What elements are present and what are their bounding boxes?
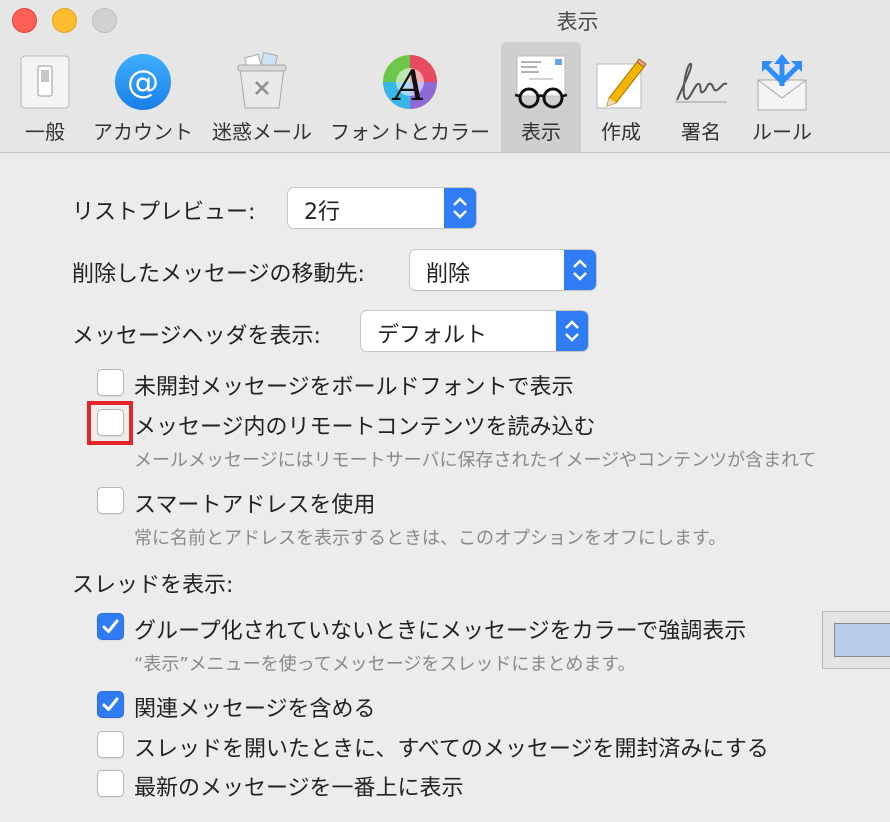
junk-trash-icon	[237, 52, 287, 109]
bold-unread-checkbox[interactable]	[97, 369, 124, 396]
svg-text:@: @	[127, 63, 159, 101]
load-remote-content-label: メッセージ内のリモートコンテンツを読み込む	[134, 415, 596, 440]
checkmark-icon	[102, 619, 119, 633]
bold-unread-label: 未開封メッセージをボールドフォントで表示	[134, 375, 574, 400]
rules-envelope-icon	[757, 54, 807, 111]
tab-junk-mail[interactable]: 迷惑メール	[206, 42, 318, 152]
include-related-checkbox[interactable]	[97, 691, 124, 718]
window-title: 表示	[556, 10, 599, 34]
at-sign-icon: @	[115, 54, 171, 110]
smart-address-label: スマートアドレスを使用	[134, 493, 376, 518]
preferences-toolbar: 表示 一般 @ アカウント 迷惑メール A フォントとカラー 表示 作成 署名 …	[0, 0, 890, 153]
move-deleted-label: 削除したメッセージの移動先:	[72, 262, 365, 287]
general-switch-icon	[20, 55, 70, 109]
tab-general[interactable]: 一般	[8, 42, 82, 152]
color-highlight-checkbox[interactable]	[97, 613, 124, 640]
tab-fonts-colors[interactable]: A フォントとカラー	[324, 42, 496, 152]
tab-signatures[interactable]: 署名	[663, 42, 739, 152]
stepper-arrows-icon	[444, 188, 476, 228]
tab-rules[interactable]: ルール	[744, 42, 820, 152]
stepper-arrows-icon	[564, 250, 596, 290]
list-preview-popup[interactable]: 2行	[288, 188, 476, 228]
tab-accounts[interactable]: @ アカウント	[88, 42, 198, 152]
smart-address-checkbox[interactable]	[97, 487, 124, 514]
highlight-color-swatch	[834, 623, 890, 657]
thread-section-label: スレッドを表示:	[72, 573, 234, 598]
mark-read-label: スレッドを開いたときに、すべてのメッセージを開封済みにする	[134, 737, 769, 762]
list-preview-label: リストプレビュー:	[72, 200, 256, 225]
mark-read-checkbox[interactable]	[97, 731, 124, 758]
svg-text:A: A	[391, 61, 425, 110]
include-related-label: 関連メッセージを含める	[134, 697, 376, 722]
newest-top-label: 最新のメッセージを一番上に表示	[134, 776, 464, 801]
highlight-color-well[interactable]	[822, 611, 890, 669]
tab-composing[interactable]: 作成	[585, 42, 657, 152]
smart-address-description: 常に名前とアドレスを表示するときは、このオプションをオフにします。	[134, 528, 727, 549]
color-highlight-description: “表示”メニューを使ってメッセージをスレッドにまとめます。	[134, 654, 636, 675]
viewing-glasses-icon	[514, 55, 568, 109]
load-remote-content-description: メールメッセージにはリモートサーバに保存されたイメージやコンテンツが含まれて	[134, 450, 817, 471]
header-display-value: デフォルト	[377, 323, 488, 348]
move-deleted-popup[interactable]: 削除	[410, 250, 596, 290]
move-deleted-value: 削除	[426, 262, 471, 287]
color-highlight-label: グループ化されていないときにメッセージをカラーで強調表示	[134, 619, 747, 644]
font-color-icon: A	[383, 55, 437, 110]
compose-pencil-icon	[596, 58, 647, 109]
signature-icon	[675, 62, 728, 103]
header-display-label: メッセージヘッダを表示:	[72, 324, 321, 349]
newest-top-checkbox[interactable]	[97, 770, 124, 797]
header-display-popup[interactable]: デフォルト	[361, 311, 588, 351]
stepper-arrows-icon	[556, 311, 588, 351]
checkmark-icon	[102, 697, 119, 711]
highlight-annotation-box	[87, 401, 133, 445]
list-preview-value: 2行	[304, 200, 340, 225]
tab-viewing[interactable]: 表示	[501, 42, 581, 152]
